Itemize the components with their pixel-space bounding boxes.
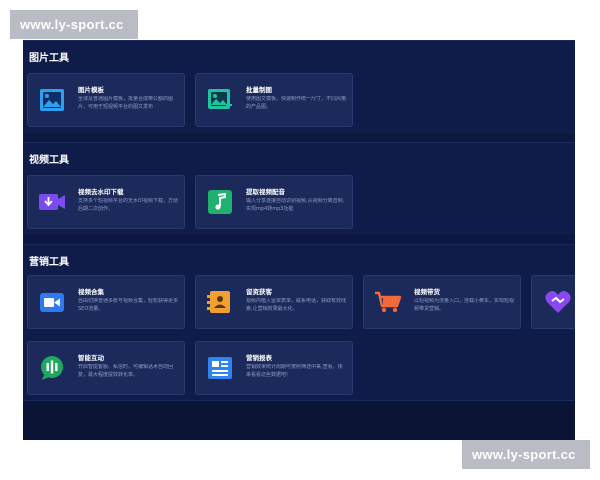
card-description: 支持多个短视频平台的无水印视频下载，方便后期二次创作。: [78, 198, 178, 212]
card-title: 视频合集: [78, 288, 104, 296]
section-title: 图片工具: [29, 53, 69, 64]
card-partial-heart[interactable]: [531, 275, 575, 329]
shopping-cart-icon: [374, 289, 402, 315]
card-lead-capture[interactable]: 留资获客 视频内植入留资表单，联系电话，获取有效线索,让营销效果最大化。: [195, 275, 353, 329]
card-title: 提取视频配音: [246, 188, 285, 196]
card-smart-interaction[interactable]: 智能互动 开启智能客服、私信时，可编辑话术自动回复，最大程度提效转化率。: [27, 341, 185, 395]
card-description: 营销效果统计周期可按照筛选中来,查看，快来看看这些数据吧!: [246, 364, 343, 378]
card-description: 视频内植入留资表单，联系电话，获取有效线索,让营销效果最大化。: [246, 298, 346, 312]
card-video-collection[interactable]: 视频合集 自由切换普通多账号视频合集，轻松获得更多SEO流量。: [27, 275, 185, 329]
card-title: 智能互动: [78, 354, 104, 362]
video-camera-icon: [38, 289, 66, 315]
section-marketing-tools: 营销工具 视频合集 自由切换普通多账号视频合集，轻松获得更多SEO流量。 留资获…: [23, 244, 575, 401]
card-marketing-report[interactable]: 营销报表 营销效果统计周期可按照筛选中来,查看，快来看看这些数据吧!: [195, 341, 353, 395]
contact-card-icon: [206, 289, 234, 315]
section-title: 营销工具: [29, 257, 69, 268]
section-title: 视频工具: [29, 155, 69, 166]
card-title: 批量制图: [246, 86, 272, 94]
watermark-top: www.ly-sport.cc: [10, 10, 138, 39]
card-description: 以短视频为流量入口，挂载小黄车，实现短视频带货营销。: [414, 298, 514, 312]
card-description: 开启智能客服、私信时，可编辑话术自动回复，最大程度提效转化率。: [78, 364, 174, 378]
watermark-bottom: www.ly-sport.cc: [462, 440, 590, 469]
section-video-tools: 视频工具 视频去水印下载 支持多个短视频平台的无水印视频下载，方便后期二次创作。: [23, 142, 575, 235]
card-description: 自由切换普通多账号视频合集，轻松获得更多SEO流量。: [78, 298, 178, 312]
card-batch-image[interactable]: 批量制图 使用图文模板，快速制作统一尺寸，不同风格的产品图。: [195, 73, 353, 127]
card-title: 营销报表: [246, 354, 272, 362]
card-video-watermark-download[interactable]: 视频去水印下载 支持多个短视频平台的无水印视频下载，方便后期二次创作。: [27, 175, 185, 229]
card-video-commerce[interactable]: 视频带货 以短视频为流量入口，挂载小黄车，实现短视频带货营销。: [363, 275, 521, 329]
card-image-template[interactable]: 图片模板 全球及普通图片模板，批量合成带公都的图片，可用于短视频平台的图文发布: [27, 73, 185, 127]
card-extract-audio[interactable]: 提取视频配音 输入分享连接自动识别视频,从视频分离音频,实现mp4转mp3功能: [195, 175, 353, 229]
card-title: 视频带货: [414, 288, 440, 296]
card-description: 使用图文模板，快速制作统一尺寸，不同风格的产品图。: [246, 96, 346, 110]
card-title: 图片模板: [78, 86, 104, 94]
tool-panel: 图片工具 图片模板 全球及普通图片模板，批量合成带公都的图片，可用于短视频平台的…: [23, 40, 575, 440]
card-description: 输入分享连接自动识别视频,从视频分离音频,实现mp4转mp3功能: [246, 198, 345, 212]
section-image-tools: 图片工具 图片模板 全球及普通图片模板，批量合成带公都的图片，可用于短视频平台的…: [23, 40, 575, 133]
music-note-icon: [206, 189, 234, 215]
chat-bubble-icon: [38, 355, 66, 381]
heart-icon: [544, 289, 572, 315]
card-title: 视频去水印下载: [78, 188, 124, 196]
image-add-icon: [206, 87, 234, 113]
report-icon: [206, 355, 234, 381]
footer-band: [23, 400, 575, 440]
card-title: 留资获客: [246, 288, 272, 296]
video-download-icon: [38, 189, 66, 215]
image-icon: [38, 87, 66, 113]
card-description: 全球及普通图片模板，批量合成带公都的图片，可用于短视频平台的图文发布: [78, 96, 174, 110]
